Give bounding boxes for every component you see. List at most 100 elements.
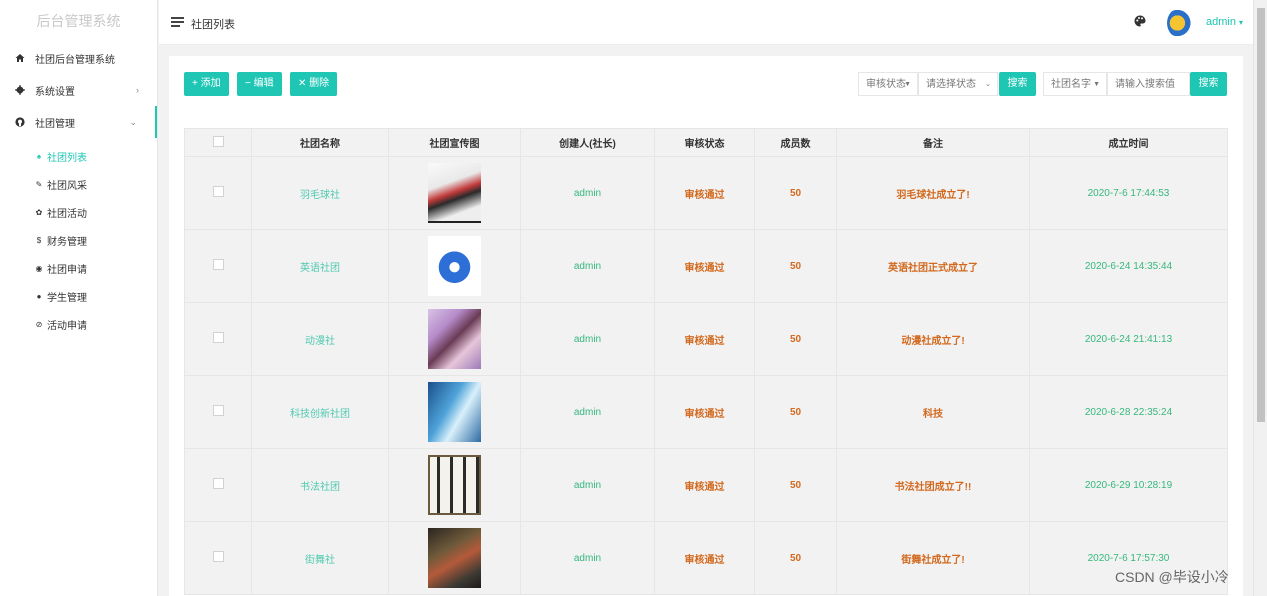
scrollbar-thumb[interactable] [1257,8,1265,422]
status-search-button[interactable]: 搜索 [999,72,1036,96]
club-name[interactable]: 科技创新社团 [251,375,389,449]
club-name[interactable]: 书法社团 [251,448,389,522]
edit-button[interactable]: − 编辑 [237,72,282,96]
sidebar-item-club-management[interactable]: 社团管理 ⌄ [0,106,157,138]
table-row[interactable]: 英语社团 admin 审核通过 50 英语社团正式成立了 2020-6-24 1… [184,229,1228,303]
row-checkbox[interactable] [212,332,224,343]
member-count: 50 [754,375,837,449]
sidebar-subitem-students[interactable]: ● 学生管理 [0,282,157,310]
note: 科技 [836,375,1030,449]
name-search-button[interactable]: 搜索 [1190,72,1227,96]
club-poster-cell [388,229,521,303]
club-name[interactable]: 街舞社 [251,521,389,595]
club-poster-cell [388,448,521,522]
status-filter-label[interactable]: 审核状态 ▼ [858,72,918,96]
creator: admin [520,156,655,230]
sidebar-subitem-label: 社团申请 [47,264,87,276]
column-header: 成立时间 [1029,128,1228,157]
note: 书法社团成立了!! [836,448,1030,522]
row-checkbox[interactable] [212,478,224,489]
club-poster-image [428,382,481,442]
row-checkbox[interactable] [212,186,224,197]
member-count: 50 [754,521,837,595]
caret-down-icon: ▼ [1093,81,1100,88]
column-header: 社团宣传图 [388,128,521,157]
table-header-row: 社团名称 社团宣传图 创建人(社长) 审核状态 成员数 备注 成立时间 [184,128,1228,157]
chevron-down-icon: ▾ [1239,18,1244,27]
table-row[interactable]: 街舞社 admin 审核通过 50 街舞社成立了! 2020-7-6 17:57… [184,521,1228,595]
club-name[interactable]: 英语社团 [251,229,389,303]
sidebar-subitem-finance[interactable]: $ 财务管理 [0,226,157,254]
row-checkbox[interactable] [212,551,224,562]
note: 羽毛球社成立了! [836,156,1030,230]
founded-time: 2020-6-28 22:35:24 [1029,375,1228,449]
gear-icon [14,85,26,95]
creator: admin [520,302,655,376]
chevron-right-icon: › [136,85,139,95]
main-content: 社团名称 社团宣传图 创建人(社长) 审核状态 成员数 备注 成立时间 羽毛球社… [169,98,1243,596]
audit-status: 审核通过 [654,521,755,595]
sidebar: 后台管理系统 社团后台管理系统 系统设置 › 社团管理 ⌄ ♠ 社团列表 ✎ 社… [0,0,158,596]
menu-toggle-icon[interactable] [171,17,184,27]
row-checkbox[interactable] [212,405,224,416]
page-scrollbar[interactable] [1253,0,1267,596]
note: 动漫社成立了! [836,302,1030,376]
club-table: 社团名称 社团宣传图 创建人(社长) 审核状态 成员数 备注 成立时间 羽毛球社… [184,128,1228,595]
founded-time: 2020-7-6 17:44:53 [1029,156,1228,230]
sidebar-subitem-label: 社团列表 [47,152,87,164]
select-all-checkbox[interactable] [212,135,224,147]
sidebar-subitem-club-application[interactable]: ◉ 社团申请 [0,254,157,282]
audit-status: 审核通过 [654,375,755,449]
sidebar-subitem-club-activity[interactable]: ✿ 社团活动 [0,198,157,226]
club-name[interactable]: 羽毛球社 [251,156,389,230]
home-icon: ♠ [36,151,42,161]
user-icon: ● [36,291,42,301]
audit-status: 审核通过 [654,448,755,522]
table-row[interactable]: 书法社团 admin 审核通过 50 书法社团成立了!! 2020-6-29 1… [184,448,1228,522]
sidebar-item-settings[interactable]: 系统设置 › [0,74,157,106]
note: 英语社团正式成立了 [836,229,1030,303]
table-row[interactable]: 动漫社 admin 审核通过 50 动漫社成立了! 2020-6-24 21:4… [184,302,1228,376]
delete-button[interactable]: ✕ 删除 [290,72,338,96]
sidebar-subitem-label: 社团风采 [47,180,87,192]
sidebar-subitem-label: 社团活动 [47,208,87,220]
audit-status: 审核通过 [654,156,755,230]
search-input[interactable]: 请输入搜索值 [1107,72,1190,96]
home-icon [14,53,26,63]
row-checkbox[interactable] [212,259,224,270]
chevron-down-icon: ⌄ [129,116,137,127]
dollar-icon: $ [36,235,42,245]
creator: admin [520,521,655,595]
select-all-checkbox-cell[interactable] [184,128,252,157]
sidebar-subitem-label: 学生管理 [47,292,87,304]
club-poster-image [428,236,481,296]
github-icon [14,117,26,127]
member-count: 50 [754,156,837,230]
avatar[interactable] [1167,8,1193,38]
club-poster-cell [388,521,521,595]
add-button[interactable]: + 添加 [184,72,229,96]
sidebar-item-home[interactable]: 社团后台管理系统 [0,42,157,74]
name-filter-label[interactable]: 社团名字 ▼ [1043,72,1107,96]
creator: admin [520,375,655,449]
sidebar-subitem-club-list[interactable]: ♠ 社团列表 [0,142,157,170]
column-header: 社团名称 [251,128,389,157]
palette-icon[interactable] [1134,15,1146,30]
club-poster-cell [388,302,521,376]
note: 街舞社成立了! [836,521,1030,595]
sidebar-subitem-club-style[interactable]: ✎ 社团风采 [0,170,157,198]
user-menu[interactable]: admin ▾ [1206,16,1243,28]
settings-icon: ⊘ [35,319,43,329]
table-row[interactable]: 羽毛球社 admin 审核通过 50 羽毛球社成立了! 2020-7-6 17:… [184,156,1228,230]
table-row[interactable]: 科技创新社团 admin 审核通过 50 科技 2020-6-28 22:35:… [184,375,1228,449]
earth-icon: ◉ [35,263,43,273]
creator: admin [520,448,655,522]
audit-status: 审核通过 [654,302,755,376]
sidebar-item-label: 社团管理 [35,118,75,130]
club-name[interactable]: 动漫社 [251,302,389,376]
sidebar-subitem-activity-application[interactable]: ⊘ 活动申请 [0,310,157,338]
toolbar: + 添加 − 编辑 ✕ 删除 审核状态 ▼ 请选择状态 ⌄ 搜索 社团名字 ▼ 请输入… [169,56,1243,98]
column-header: 创建人(社长) [520,128,655,157]
creator: admin [520,229,655,303]
status-select[interactable]: 请选择状态 ⌄ [918,72,998,96]
